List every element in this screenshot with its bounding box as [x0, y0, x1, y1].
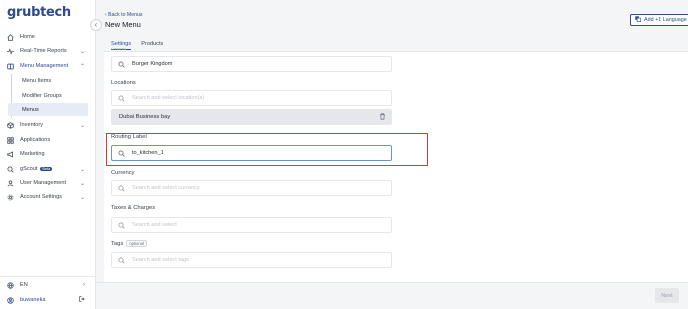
- user-avatar-icon: [7, 296, 14, 304]
- currency-select[interactable]: Search and select currency: [111, 180, 392, 196]
- sidebar-item-account-settings[interactable]: Account Settings ⌄: [0, 190, 96, 204]
- sidebar-item-gscout[interactable]: gScout Beta ⌄: [0, 162, 96, 176]
- routing-label-label: Routing Label: [111, 134, 147, 140]
- translate-icon: [635, 16, 641, 24]
- megaphone-icon: [7, 150, 14, 158]
- trash-icon[interactable]: [379, 113, 386, 122]
- routing-label-input[interactable]: to_kitchen_1: [111, 145, 392, 161]
- footer-divider: [96, 282, 688, 283]
- chevron-down-icon: ⌄: [79, 180, 85, 187]
- language-label: EN: [20, 282, 28, 288]
- routing-label-value: to_kitchen_1: [132, 150, 164, 156]
- page-title: New Menu: [105, 20, 141, 29]
- sidebar-subitem-menus[interactable]: Menus: [8, 103, 88, 116]
- sidebar-subitem-modifier-groups[interactable]: Modifier Groups: [8, 89, 88, 102]
- taxes-label: Taxes & Charges: [111, 205, 156, 211]
- menu-book-icon: [7, 63, 14, 70]
- search-icon: [118, 150, 125, 159]
- brand-select[interactable]: Burger Kingdom: [111, 56, 392, 72]
- username: buwaneka: [20, 297, 46, 303]
- grubtech-logo[interactable]: grubtech: [7, 5, 71, 20]
- chevron-right-icon: ›: [83, 282, 85, 288]
- sidebar-item-label: Inventory: [20, 122, 44, 128]
- chevron-down-icon: ⌄: [79, 194, 85, 201]
- sidebar-item-label: Account Settings: [20, 194, 62, 200]
- sidebar-item-label: User Management: [20, 180, 67, 186]
- sidebar-item-label: Real-Time Reports: [20, 48, 67, 54]
- sidebar-item-home[interactable]: Home: [0, 30, 96, 44]
- sidebar-item-label: gScout Beta: [20, 166, 53, 172]
- chevron-down-icon: ⌄: [79, 48, 85, 55]
- back-to-menus-link[interactable]: ‹ Back to Menus: [105, 12, 142, 18]
- tab-products[interactable]: Products: [141, 41, 163, 50]
- sidebar-item-marketing[interactable]: Marketing: [0, 147, 96, 161]
- chevron-down-icon: ⌄: [79, 166, 85, 173]
- locations-placeholder: Search and select location(s): [132, 95, 205, 101]
- sidebar-item-real-time-reports[interactable]: Real-Time Reports ⌄: [0, 44, 96, 58]
- tags-placeholder: Search and select tags: [132, 257, 189, 263]
- gear-icon: [7, 194, 14, 201]
- search-icon: [118, 95, 125, 104]
- optional-badge: optional: [126, 240, 147, 247]
- globe-icon: [7, 281, 14, 289]
- sidebar-divider: [0, 276, 96, 277]
- sidebar-item-label: Home: [20, 34, 35, 40]
- sidebar-item-menu-management[interactable]: Menu Management ⌃: [0, 59, 96, 73]
- sidebar-item-user-management[interactable]: User Management ⌄: [0, 176, 96, 190]
- search-icon: [7, 165, 14, 173]
- box-icon: [7, 121, 14, 129]
- next-button[interactable]: Next: [655, 288, 679, 303]
- tags-select[interactable]: Search and select tags: [111, 252, 392, 268]
- locations-select[interactable]: Search and select location(s): [111, 90, 392, 106]
- language-selector[interactable]: EN ›: [0, 278, 96, 292]
- currency-placeholder: Search and select currency: [132, 185, 200, 191]
- sidebar-item-label: Menu Management: [20, 63, 69, 69]
- sidebar-item-label: Marketing: [20, 151, 45, 157]
- grid-icon: [7, 136, 14, 144]
- user-profile[interactable]: buwaneka: [0, 293, 96, 307]
- sidebar: grubtech Home Real-Time Reports ⌄ Menu M…: [0, 0, 96, 309]
- taxes-placeholder: Search and select: [132, 222, 177, 228]
- currency-label: Currency: [111, 170, 135, 176]
- user-icon: [7, 179, 14, 187]
- search-icon: [118, 222, 125, 231]
- chevron-up-icon: ⌃: [79, 63, 85, 70]
- collapse-sidebar-button[interactable]: ‹: [90, 19, 102, 31]
- selected-location: Dubai Business bay: [119, 114, 171, 120]
- search-icon: [118, 185, 125, 194]
- brand-value: Burger Kingdom: [132, 61, 173, 67]
- selected-location-row: Dubai Business bay: [111, 109, 392, 125]
- logout-icon[interactable]: [79, 296, 85, 304]
- sidebar-item-applications[interactable]: Applications: [0, 133, 96, 147]
- sidebar-item-inventory[interactable]: Inventory ⌄: [0, 118, 96, 132]
- search-icon: [118, 257, 125, 266]
- locations-label: Locations: [111, 80, 136, 86]
- tags-label: Tags optional: [111, 240, 147, 247]
- form-panel: [104, 51, 688, 282]
- taxes-select[interactable]: Search and select: [111, 217, 392, 233]
- beta-badge: Beta: [40, 166, 53, 171]
- home-icon: [7, 33, 14, 41]
- chevron-down-icon: ⌄: [79, 122, 85, 129]
- sidebar-item-label: Applications: [20, 137, 51, 143]
- sidebar-subitem-menu-items[interactable]: Menu Items: [8, 74, 88, 87]
- add-language-button[interactable]: Add +1 Language: [630, 14, 688, 26]
- search-icon: [118, 61, 125, 70]
- activity-icon: [7, 47, 14, 55]
